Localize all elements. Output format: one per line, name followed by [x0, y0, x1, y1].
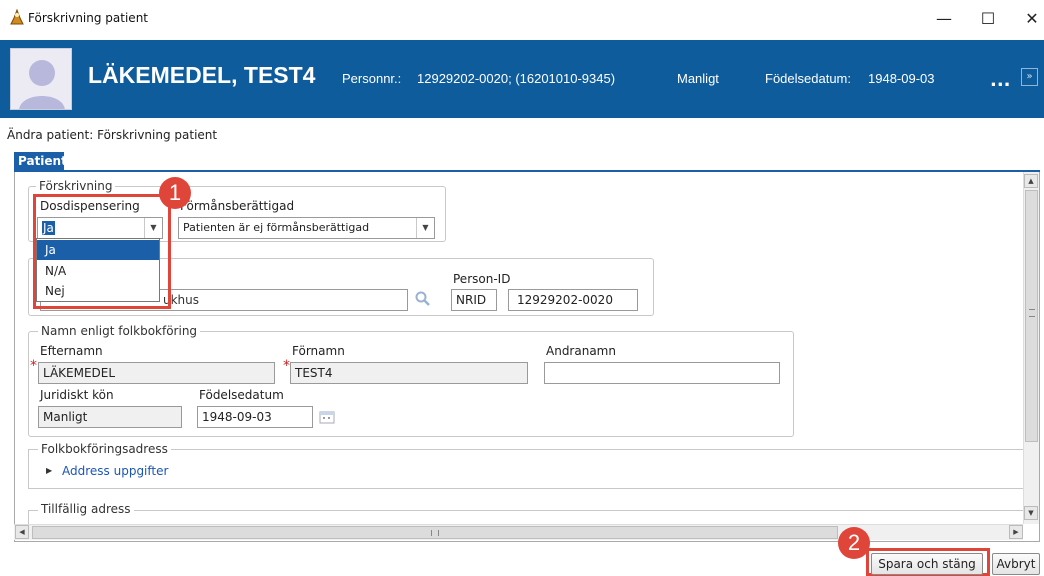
folkbokforing-fieldset	[28, 449, 1023, 489]
app-icon	[10, 8, 24, 25]
juridiskt-kon-input[interactable]: Manligt	[38, 406, 182, 428]
expand-header-button[interactable]: »	[1021, 68, 1038, 86]
window-title: Förskrivning patient	[28, 11, 148, 25]
avatar	[10, 48, 72, 110]
more-dots[interactable]: ...	[990, 70, 1011, 91]
tillfallig-fieldset	[28, 510, 1023, 524]
scroll-right-icon[interactable]: ▶	[1009, 525, 1023, 539]
andranamn-input[interactable]	[544, 362, 780, 384]
folkbokforing-legend: Folkbokföringsadress	[38, 442, 171, 456]
birthdate-value: 1948-09-03	[868, 71, 935, 86]
step-badge-2: 2	[838, 527, 870, 559]
fornamn-input[interactable]: TEST4	[290, 362, 528, 384]
patient-name: LÄKEMEDEL, TEST4	[88, 62, 316, 88]
gender-value: Manligt	[677, 71, 719, 86]
minimize-button[interactable]: —	[924, 6, 964, 32]
personid-label: Person-ID	[453, 272, 511, 286]
calendar-icon[interactable]	[319, 410, 335, 424]
juridiskt-kon-label: Juridiskt kön	[40, 388, 114, 402]
personid-type: NRID	[451, 289, 497, 311]
forskrivning-legend: Förskrivning	[36, 179, 116, 193]
vertical-scroll-thumb[interactable]	[1025, 190, 1038, 442]
scroll-down-icon[interactable]: ▼	[1024, 506, 1038, 520]
window-title-bar	[0, 0, 1044, 38]
fodelsedatum-input[interactable]: 1948-09-03	[197, 406, 313, 428]
page-subtitle: Ändra patient: Förskrivning patient	[7, 128, 218, 142]
address-details-link[interactable]: Address uppgifter	[62, 464, 168, 478]
fornamn-label: Förnamn	[292, 344, 345, 358]
personnr-value: 12929202-0020; (16201010-9345)	[417, 71, 616, 86]
formansberattigad-select[interactable]: Patienten är ej förmånsberättigad	[178, 217, 435, 239]
cancel-button[interactable]: Avbryt	[992, 553, 1040, 575]
close-button[interactable]: ✕	[1012, 6, 1044, 32]
efternamn-input[interactable]: LÄKEMEDEL	[38, 362, 275, 384]
horizontal-scrollbar[interactable]: ◀ ▶	[14, 524, 1023, 540]
efternamn-label: Efternamn	[40, 344, 103, 358]
fodelsedatum-label: Födelsedatum	[199, 388, 284, 402]
personnr-label: Personnr.:	[342, 71, 402, 86]
highlight-box-1	[33, 194, 171, 309]
tab-patient[interactable]: Patient	[14, 152, 67, 170]
chevron-down-icon[interactable]: ▼	[416, 218, 434, 238]
maximize-button[interactable]: ☐	[968, 6, 1008, 32]
required-marker: *	[283, 358, 290, 374]
patient-header: LÄKEMEDEL, TEST4 Personnr.: 12929202-002…	[0, 40, 1044, 118]
search-icon[interactable]	[414, 290, 432, 308]
horizontal-scroll-thumb[interactable]	[32, 526, 838, 539]
expand-triangle-icon[interactable]: ▶	[46, 466, 52, 475]
formansberattigad-label: Förmånsberättigad	[180, 199, 295, 213]
save-and-close-button[interactable]: Spara och stäng	[871, 553, 983, 575]
andranamn-label: Andranamn	[546, 344, 616, 358]
personid-value[interactable]: 12929202-0020	[508, 289, 638, 311]
scroll-left-icon[interactable]: ◀	[15, 525, 29, 539]
step-badge-1: 1	[159, 177, 191, 209]
tillfallig-legend: Tillfällig adress	[38, 502, 134, 516]
birthdate-label: Födelsedatum:	[765, 71, 851, 86]
namn-legend: Namn enligt folkbokföring	[38, 324, 201, 338]
scroll-up-icon[interactable]: ▲	[1024, 174, 1038, 188]
vertical-scrollbar[interactable]: ▲ ▼	[1023, 172, 1039, 524]
required-marker: *	[30, 358, 37, 374]
